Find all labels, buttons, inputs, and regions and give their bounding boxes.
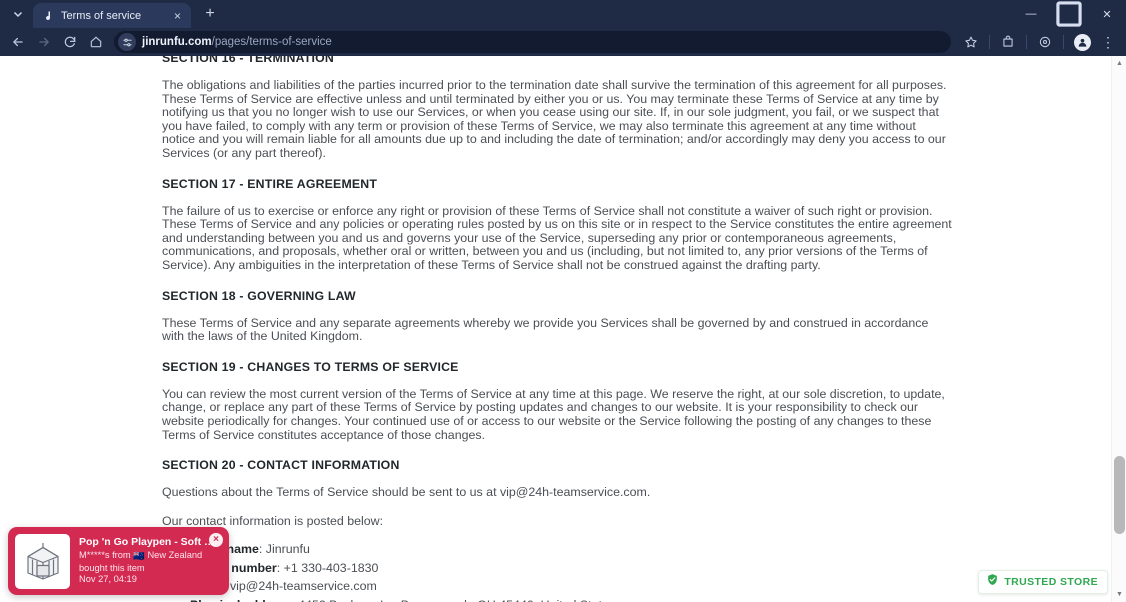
avatar-icon [1073, 33, 1091, 51]
bookmark-star-icon[interactable] [959, 30, 983, 54]
page-content: SECTION 16 - TERMINATION The obligations… [0, 56, 1112, 602]
section-paragraph: You can review the most current version … [162, 386, 945, 442]
buyer-name: M*****s from [79, 550, 131, 561]
buyer-country: New Zealand [147, 550, 203, 561]
contact-list: Trade name: Jinrunfu Phone number: +1 33… [162, 542, 952, 602]
new-tab-button[interactable]: + [197, 1, 223, 27]
trusted-store-label: TRUSTED STORE [1004, 576, 1098, 588]
contact-value: Jinrunfu [265, 542, 310, 557]
popup-text: Pop 'n Go Playpen - Soft Pl... M*****s f… [79, 536, 221, 586]
toolbar-divider [1026, 35, 1027, 49]
extensions-icon[interactable] [996, 30, 1020, 54]
section-heading: SECTION 18 - GOVERNING LAW [162, 288, 356, 303]
contact-separator: : [258, 542, 263, 557]
reload-button[interactable] [58, 30, 82, 54]
profile-button[interactable] [1070, 30, 1094, 54]
popup-timestamp: Nov 27, 04:19 [79, 574, 137, 585]
section-heading: SECTION 16 - TERMINATION [162, 56, 334, 65]
section-paragraph: Questions about the Terms of Service sho… [162, 485, 651, 500]
section-paragraph: These Terms of Service and any separate … [162, 315, 929, 344]
split-screen-icon[interactable] [1033, 30, 1057, 54]
section-paragraph: The obligations and liabilities of the p… [162, 78, 947, 160]
list-item: Email: vip@24h-teamservice.com [190, 580, 952, 594]
section-17: SECTION 17 - ENTIRE AGREEMENT The failur… [162, 176, 952, 273]
action-line: bought this item [79, 562, 145, 573]
section-20: SECTION 20 - CONTACT INFORMATION Questio… [162, 457, 952, 602]
home-button[interactable] [84, 30, 108, 54]
browser-tab[interactable]: Terms of service × [33, 3, 191, 28]
browser-toolbar: jinrunfu.com/pages/terms-of-service ⋮ [0, 28, 1126, 56]
url-text: jinrunfu.com/pages/terms-of-service [142, 36, 332, 48]
section-heading: SECTION 19 - CHANGES TO TERMS OF SERVICE [162, 359, 459, 374]
back-button[interactable] [6, 30, 30, 54]
section-heading: SECTION 20 - CONTACT INFORMATION [162, 458, 400, 473]
list-item: Trade name: Jinrunfu [190, 542, 952, 557]
sales-notification-popup[interactable]: Pop 'n Go Playpen - Soft Pl... M*****s f… [8, 527, 229, 595]
toolbar-divider [1063, 35, 1064, 49]
browser-menu-button[interactable]: ⋮ [1096, 30, 1120, 54]
section-18: SECTION 18 - GOVERNING LAW These Terms o… [162, 288, 952, 344]
forward-button[interactable] [32, 30, 56, 54]
scroll-up-arrow-icon[interactable]: ▲ [1112, 56, 1126, 71]
section-19: SECTION 19 - CHANGES TO TERMS OF SERVICE… [162, 359, 952, 442]
scroll-down-arrow-icon[interactable]: ▼ [1112, 587, 1126, 602]
minimize-button[interactable]: — [1012, 0, 1050, 28]
section-heading: SECTION 17 - ENTIRE AGREEMENT [162, 176, 378, 191]
terms-document: SECTION 16 - TERMINATION The obligations… [162, 56, 952, 602]
contact-value: vip@24h-teamservice.com [229, 579, 377, 594]
contact-value: +1 330-403-1830 [283, 560, 379, 575]
favicon-icon [42, 10, 54, 22]
contact-separator: : [291, 598, 294, 602]
browser-window: Terms of service × + — ✕ jinrunfu.com/pa… [0, 0, 1126, 602]
tab-strip: Terms of service × + — ✕ [0, 0, 1126, 28]
page-viewport: SECTION 16 - TERMINATION The obligations… [0, 56, 1126, 602]
product-title: Pop 'n Go Playpen - Soft Pl... [79, 536, 221, 549]
tab-close-icon[interactable]: × [170, 8, 185, 23]
tab-search-icon[interactable] [5, 1, 31, 27]
vertical-scrollbar[interactable]: ▲ ▼ [1111, 56, 1126, 602]
toolbar-divider [989, 35, 990, 49]
site-settings-icon[interactable] [118, 33, 136, 51]
product-thumbnail [15, 533, 70, 589]
contact-label: Physical address [190, 598, 291, 602]
address-bar[interactable]: jinrunfu.com/pages/terms-of-service [114, 31, 951, 53]
contact-separator: : [276, 560, 281, 575]
toolbar-actions: ⋮ [959, 30, 1120, 54]
popup-close-icon[interactable]: × [209, 533, 223, 547]
shield-check-icon [986, 573, 999, 591]
buyer-line: M*****s from 🇳🇿 New Zealand [79, 550, 221, 563]
maximize-button[interactable] [1050, 0, 1088, 28]
contact-value: 4452 Buckeye Ln, Beavercreek, OH 45440, … [298, 598, 615, 602]
window-controls: — ✕ [1012, 0, 1126, 28]
section-paragraph: The failure of us to exercise or enforce… [162, 203, 952, 272]
tab-title: Terms of service [61, 9, 142, 22]
country-flag-icon: 🇳🇿 [133, 551, 145, 562]
url-path: /pages/terms-of-service [211, 36, 332, 48]
section-paragraph: Our contact information is posted below: [162, 513, 384, 528]
list-item: Phone number: +1 330-403-1830 [190, 560, 952, 576]
scrollbar-thumb[interactable] [1114, 456, 1125, 534]
close-window-button[interactable]: ✕ [1088, 0, 1126, 28]
url-domain: jinrunfu.com [142, 36, 212, 48]
trusted-store-badge[interactable]: TRUSTED STORE [978, 570, 1108, 594]
section-16: SECTION 16 - TERMINATION The obligations… [162, 56, 952, 161]
